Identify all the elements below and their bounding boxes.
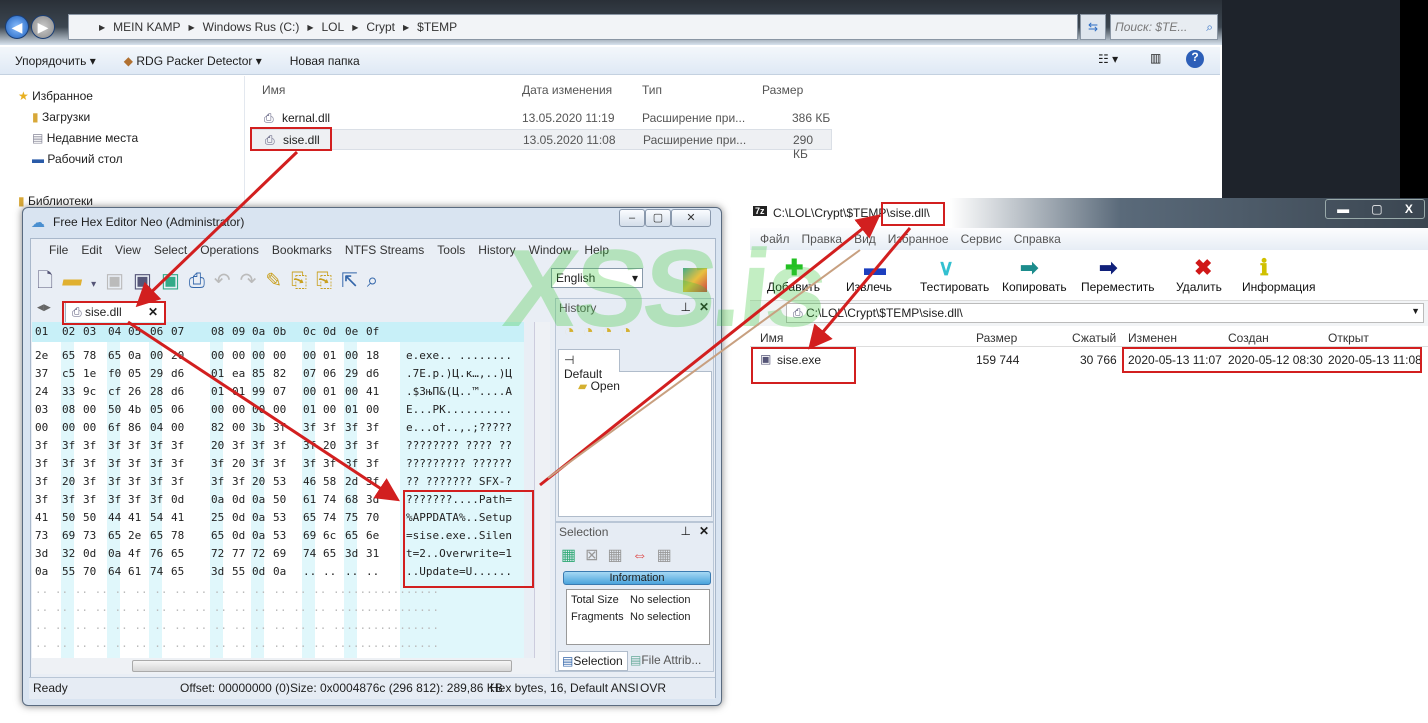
arrow [808, 227, 912, 350]
arrow [127, 320, 401, 502]
arrow-faint [547, 249, 861, 479]
annotation-arrows [127, 150, 912, 502]
arrow [539, 214, 881, 487]
arrow [135, 150, 299, 308]
